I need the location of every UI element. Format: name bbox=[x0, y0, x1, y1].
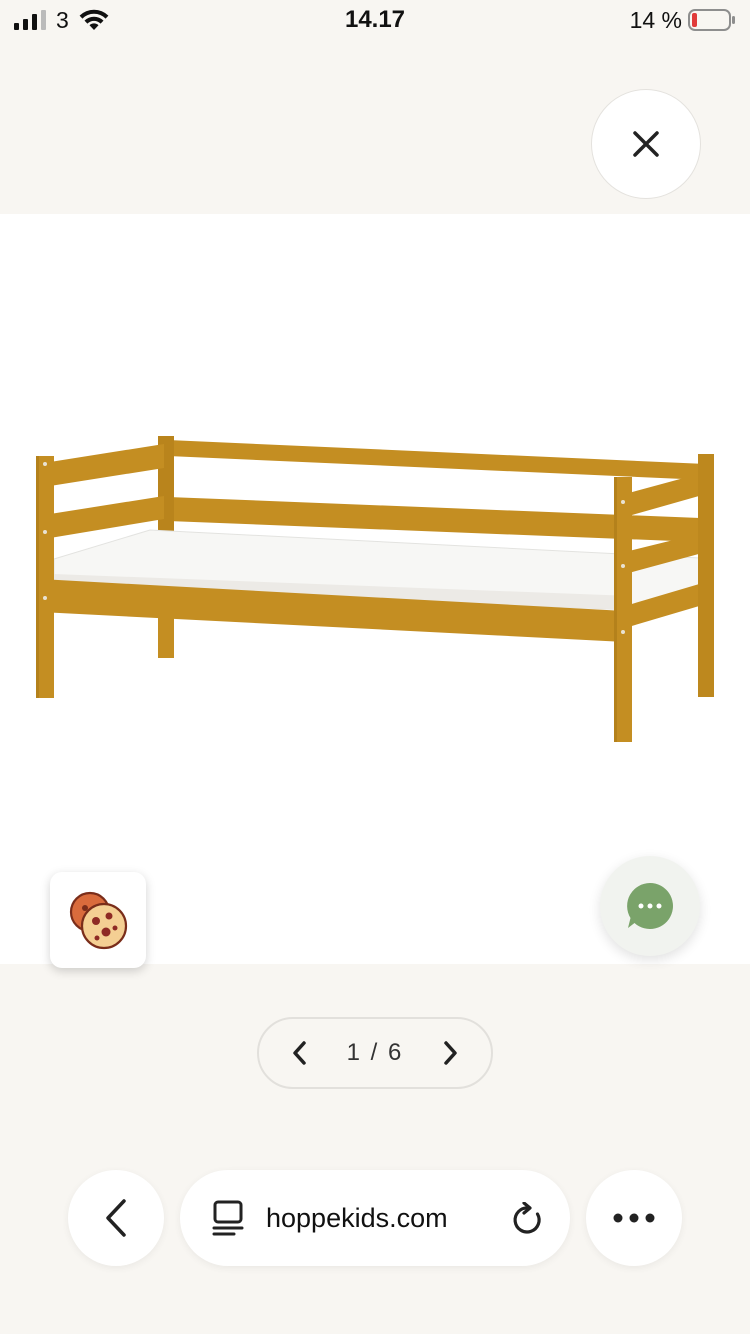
chevron-left-icon bbox=[293, 1041, 306, 1065]
reader-icon[interactable] bbox=[212, 1200, 244, 1236]
cookie-consent-button[interactable] bbox=[50, 872, 146, 968]
chevron-left-icon bbox=[106, 1199, 126, 1237]
browser-back-button[interactable] bbox=[68, 1170, 164, 1266]
previous-image-button[interactable] bbox=[287, 1040, 313, 1066]
more-options-button[interactable] bbox=[586, 1170, 682, 1266]
next-image-button[interactable] bbox=[437, 1040, 463, 1066]
product-image-daybed bbox=[36, 436, 714, 742]
product-image-area[interactable] bbox=[0, 214, 750, 964]
gallery-pager: 1 / 6 bbox=[257, 1017, 493, 1089]
page-indicator: 1 / 6 bbox=[346, 1039, 404, 1066]
url-text: hoppekids.com bbox=[266, 1202, 448, 1233]
chat-bubble-icon bbox=[627, 883, 673, 929]
cookie-icon bbox=[69, 891, 128, 950]
address-bar[interactable]: hoppekids.com bbox=[180, 1170, 570, 1266]
close-icon bbox=[633, 131, 659, 157]
more-icon bbox=[613, 1213, 655, 1223]
close-button[interactable] bbox=[591, 89, 701, 199]
status-bar: 3 14.17 14 % bbox=[0, 0, 750, 44]
reload-icon[interactable] bbox=[512, 1202, 544, 1236]
battery-icon bbox=[688, 9, 735, 31]
battery-percent: 14 % bbox=[629, 7, 682, 33]
chevron-right-icon bbox=[444, 1041, 457, 1065]
chat-button[interactable] bbox=[600, 856, 700, 956]
